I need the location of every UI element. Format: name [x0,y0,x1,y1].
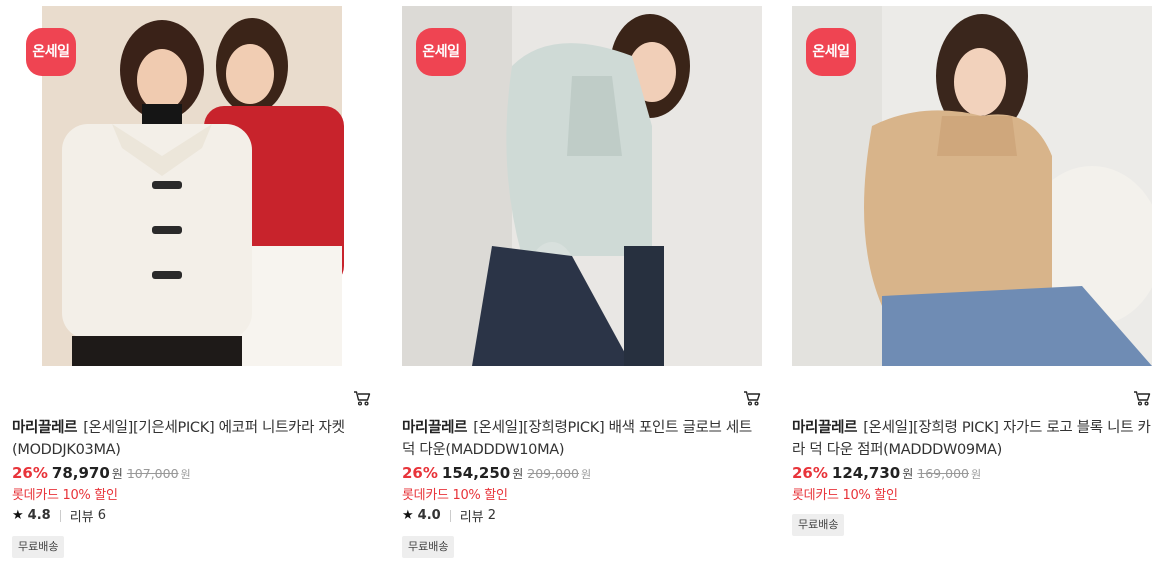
product-card[interactable]: 온세일 마리끌레르 [온세일][장희령PICK] 배색 포인트 글로브 세트 덕 … [402,0,762,566]
sale-badge: 온세일 [806,28,856,76]
review-label: 리뷰 [459,510,484,525]
price-row: 26% 154,250 원 209,000 원 [402,464,591,486]
brand-name: 마리끌레르 [792,420,858,436]
cart-icon[interactable] [742,388,762,408]
review-label: 리뷰 [69,510,94,525]
product-title[interactable]: 마리끌레르 [온세일][장희령PICK] 배색 포인트 글로브 세트 덕 다운(M… [402,417,762,461]
brand-name: 마리끌레르 [12,420,78,436]
original-price: 209,000 [527,466,579,481]
currency-unit: 원 [902,467,914,481]
card-promotion: 롯데카드 10% 할인 [402,488,508,503]
product-title[interactable]: 마리끌레르 [온세일][기은세PICK] 에코퍼 니트카라 자켓(MODDJK03… [12,417,372,461]
product-title[interactable]: 마리끌레르 [온세일][장희령 PICK] 자가드 로고 블록 니트 카라 덕 다… [792,417,1152,461]
free-shipping-tag: 무료배송 [12,536,65,558]
original-price: 107,000 [126,466,179,481]
product-image[interactable]: 온세일 [12,6,372,366]
sale-price: 154,250 [441,464,511,482]
original-currency-unit: 원 [580,468,592,481]
product-card[interactable]: 온세일 마리끌레르 [온세일][장희령 PICK] 자가드 로고 블록 니트 카라… [792,0,1152,566]
rating-row: ★ 4.0 리뷰 2 [402,506,496,525]
rating-row: ★ 4.8 리뷰 6 [12,506,106,525]
review-count: 2 [487,508,497,523]
product-card[interactable]: 온세일 마리끌레르 [온세일][기은세PICK] 에코퍼 니트카라 자켓(MODD… [12,0,372,566]
currency-unit: 원 [111,467,123,481]
cart-icon[interactable] [1132,388,1152,408]
original-price: 169,000 [917,466,969,481]
star-icon: ★ [402,508,414,523]
star-icon: ★ [12,508,24,523]
card-promotion: 롯데카드 10% 할인 [12,488,118,503]
original-currency-unit: 원 [970,468,982,481]
original-currency-unit: 원 [180,468,191,481]
card-promotion: 롯데카드 10% 할인 [792,488,898,503]
discount-rate: 26% [402,464,438,482]
product-image[interactable]: 온세일 [402,6,762,366]
discount-rate: 26% [12,464,48,482]
discount-rate: 26% [792,464,828,482]
currency-unit: 원 [512,467,524,481]
free-shipping-tag: 무료배송 [402,536,455,558]
divider [59,509,61,522]
sale-price: 78,970 [51,464,110,482]
product-image[interactable]: 온세일 [792,6,1152,366]
cart-icon[interactable] [352,388,372,408]
sale-price: 124,730 [831,464,901,482]
rating-value: 4.8 [27,508,51,523]
divider [449,509,451,522]
sale-badge: 온세일 [416,28,466,76]
review-count: 6 [97,508,107,523]
free-shipping-tag: 무료배송 [792,514,845,536]
price-row: 26% 124,730 원 169,000 원 [792,464,981,486]
brand-name: 마리끌레르 [402,420,468,436]
sale-badge: 온세일 [26,28,76,76]
rating-value: 4.0 [417,508,441,523]
price-row: 26% 78,970 원 107,000 원 [12,464,191,486]
